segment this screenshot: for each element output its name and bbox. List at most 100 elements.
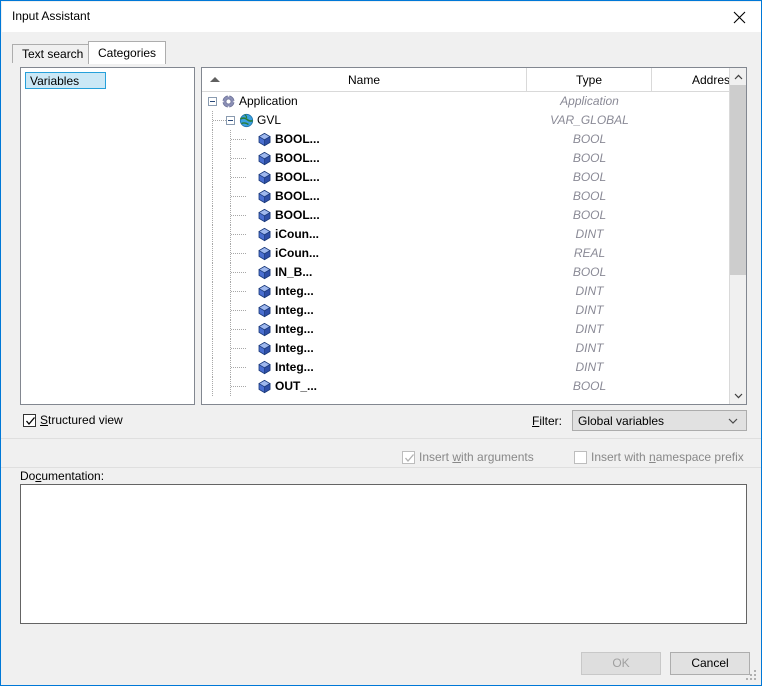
tree-row[interactable]: iCoun... REAL bbox=[202, 244, 729, 263]
tree-guide-line bbox=[212, 130, 213, 149]
tree-body[interactable]: ApplicationApplication GVL VAR_GLOBAL BOOL.… bbox=[202, 92, 729, 404]
tree-row-type: DINT bbox=[527, 322, 652, 336]
tree-row-type: BOOL bbox=[527, 189, 652, 203]
tree-row-name: BOOL... bbox=[275, 170, 320, 184]
variable-icon bbox=[257, 341, 272, 356]
tree-guide-line bbox=[212, 358, 213, 377]
tree-row[interactable]: BOOL...BOOL bbox=[202, 206, 729, 225]
filter-dropdown[interactable]: Global variables bbox=[572, 410, 747, 431]
tree-row-name: Integ... bbox=[275, 341, 314, 355]
tree-row[interactable]: GVL VAR_GLOBAL bbox=[202, 111, 729, 130]
insert-with-namespace-prefix-checkbox[interactable]: Insert with namespace prefix bbox=[574, 450, 744, 464]
variable-icon bbox=[257, 360, 272, 375]
variable-icon bbox=[257, 322, 272, 337]
tree-row[interactable]: Integ... DINT bbox=[202, 339, 729, 358]
tree-guide-line bbox=[231, 253, 247, 254]
tree-row-type: BOOL bbox=[527, 132, 652, 146]
category-list[interactable]: Variables bbox=[20, 67, 195, 405]
tree-row[interactable]: iCoun...DINT bbox=[202, 225, 729, 244]
tree-row-name: iCoun... bbox=[275, 246, 319, 260]
tabstrip: Text search Categories bbox=[12, 41, 752, 63]
variable-icon-wrap bbox=[257, 189, 272, 204]
tree-row[interactable]: IN_B...BOOL bbox=[202, 263, 729, 282]
tree-guide-line bbox=[212, 339, 213, 358]
tree-row-name: BOOL... bbox=[275, 132, 320, 146]
tree-guide-line bbox=[231, 291, 247, 292]
divider-bottom bbox=[1, 467, 762, 468]
tree-guide-line bbox=[231, 329, 247, 330]
structured-view-checkbox[interactable]: Structured view bbox=[23, 413, 123, 427]
tree-row-type: BOOL bbox=[527, 379, 652, 393]
tree-row[interactable]: Integ...DINT bbox=[202, 301, 729, 320]
tab-categories[interactable]: Categories bbox=[88, 41, 166, 64]
insert-with-arguments-label: Insert with arguments bbox=[419, 450, 534, 464]
tree-row[interactable]: BOOL...BOOL bbox=[202, 168, 729, 187]
variable-icon bbox=[257, 284, 272, 299]
variable-icon-wrap bbox=[257, 341, 272, 356]
variable-icon bbox=[257, 189, 272, 204]
variable-icon-wrap bbox=[257, 170, 272, 185]
tree-header: Name Type Address Origin bbox=[202, 68, 746, 92]
chevron-down-icon bbox=[728, 418, 738, 424]
tree-row-type: REAL bbox=[527, 246, 652, 260]
scrollbar-thumb[interactable] bbox=[730, 85, 746, 275]
tree-row[interactable]: BOOL...BOOL bbox=[202, 149, 729, 168]
tree-row-name: GVL bbox=[257, 113, 281, 127]
tree-guide-line bbox=[212, 149, 213, 168]
tree-expander-toggle[interactable] bbox=[226, 116, 235, 125]
ok-button[interactable]: OK bbox=[581, 652, 661, 675]
tree-vertical-scrollbar[interactable] bbox=[729, 68, 746, 404]
tree-row-type: DINT bbox=[527, 341, 652, 355]
tree-row[interactable]: OUT_...BOOL bbox=[202, 377, 729, 396]
tree-row-name: Integ... bbox=[275, 284, 314, 298]
column-header-name[interactable]: Name bbox=[202, 68, 527, 91]
tree-guide-line bbox=[231, 177, 247, 178]
tree-row-type: Application bbox=[527, 94, 652, 108]
tree-guide-line bbox=[231, 234, 247, 235]
scroll-up-button[interactable] bbox=[730, 68, 746, 85]
tree-guide-line bbox=[231, 348, 247, 349]
column-header-type[interactable]: Type bbox=[527, 68, 652, 91]
tree-row[interactable]: Integ...DINT bbox=[202, 358, 729, 377]
tree-row[interactable]: BOOL... BOOL bbox=[202, 130, 729, 149]
variable-icon-wrap bbox=[257, 284, 272, 299]
category-item-variables[interactable]: Variables bbox=[25, 72, 106, 89]
scroll-down-button[interactable] bbox=[730, 387, 746, 404]
checkbox-box bbox=[23, 414, 36, 427]
documentation-textarea[interactable] bbox=[20, 484, 747, 624]
close-button[interactable] bbox=[716, 2, 762, 32]
tree-expander-toggle[interactable] bbox=[208, 97, 217, 106]
tree-row-type: BOOL bbox=[527, 208, 652, 222]
variable-icon-wrap bbox=[257, 360, 272, 375]
tree-row[interactable]: BOOL...BOOL bbox=[202, 187, 729, 206]
tree-row-name: iCoun... bbox=[275, 227, 319, 241]
filter-value: Global variables bbox=[578, 414, 664, 428]
variable-icon bbox=[257, 170, 272, 185]
tab-text-search[interactable]: Text search bbox=[12, 44, 93, 63]
filter-label: Filter: bbox=[532, 414, 562, 428]
tree-row-type: DINT bbox=[527, 360, 652, 374]
structured-view-label: Structured view bbox=[40, 413, 123, 427]
tree-row-name: IN_B... bbox=[275, 265, 312, 279]
tree-row-type: DINT bbox=[527, 284, 652, 298]
variable-icon-wrap bbox=[257, 322, 272, 337]
checkbox-box bbox=[402, 451, 415, 464]
insert-with-arguments-checkbox[interactable]: Insert with arguments bbox=[402, 450, 534, 464]
tree-row[interactable]: Integ... DINT bbox=[202, 282, 729, 301]
tree-guide-line bbox=[231, 215, 247, 216]
tree-row[interactable]: Integ...DINT bbox=[202, 320, 729, 339]
globe-icon-wrap bbox=[239, 113, 254, 128]
input-assistant-dialog: Input Assistant Text search Categories V… bbox=[0, 0, 762, 686]
tree-guide-line bbox=[212, 301, 213, 320]
tree-guide-line bbox=[212, 263, 213, 282]
variable-icon-wrap bbox=[257, 246, 272, 261]
variable-icon-wrap bbox=[257, 151, 272, 166]
tree-guide-line bbox=[231, 386, 247, 387]
resize-grip-icon[interactable] bbox=[746, 670, 758, 682]
tree-row[interactable]: ApplicationApplication bbox=[202, 92, 729, 111]
variable-icon-wrap bbox=[257, 265, 272, 280]
cancel-button[interactable]: Cancel bbox=[670, 652, 750, 675]
tree-row-type: VAR_GLOBAL bbox=[527, 113, 652, 127]
checkbox-box bbox=[574, 451, 587, 464]
variables-tree-panel: Name Type Address Origin ApplicationAppl… bbox=[201, 67, 747, 405]
